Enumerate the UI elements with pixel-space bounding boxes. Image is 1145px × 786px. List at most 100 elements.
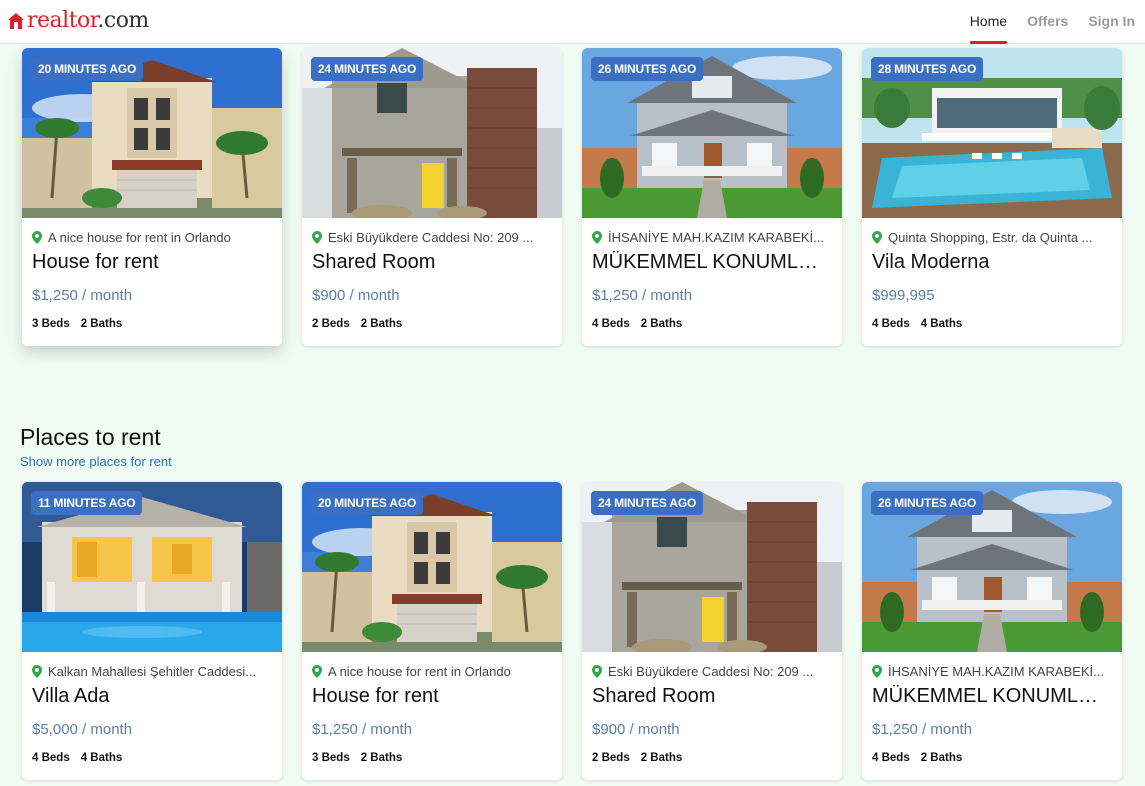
listing-photo: 11 MINUTES AGO	[22, 482, 282, 652]
location-pin-icon	[872, 231, 882, 244]
listing-photo: 24 MINUTES AGO	[302, 48, 562, 218]
address-text: İHSANİYE MAH.KAZIM KARABEKİ...	[888, 664, 1104, 679]
listing-photo: 26 MINUTES AGO	[582, 48, 842, 218]
listing-price: $1,250 / month	[872, 721, 973, 738]
listing-price: $1,250 / month	[32, 287, 133, 304]
beds-count: 2 Beds	[312, 318, 350, 330]
listing-card[interactable]: 11 MINUTES AGO Kalkan Mahallesi Şehitler…	[22, 482, 282, 780]
location-pin-icon	[872, 665, 882, 678]
listing-price: $5,000 / month	[32, 721, 133, 738]
nav-home[interactable]: Home	[960, 0, 1017, 44]
listing-photo: 26 MINUTES AGO	[862, 482, 1122, 652]
address-text: Eski Büyükdere Caddesi No: 209 ...	[328, 230, 534, 245]
listing-price: $999,995	[872, 287, 935, 304]
baths-count: 2 Baths	[920, 752, 963, 764]
address-text: A nice house for rent in Orlando	[328, 664, 511, 679]
baths-count: 2 Baths	[360, 318, 403, 330]
listing-title[interactable]: MÜKEMMEL KONUMLU ...	[872, 685, 1112, 708]
top-nav-bar: realtor.com Home Offers Sign In	[0, 0, 1145, 44]
posted-time-badge: 11 MINUTES AGO	[31, 491, 143, 515]
listing-details: 2 Beds 2 Baths	[312, 318, 552, 330]
listing-address: Eski Büyükdere Caddesi No: 209 ...	[592, 664, 832, 679]
address-text: Eski Büyükdere Caddesi No: 209 ...	[608, 664, 814, 679]
listing-price: $1,250 / month	[592, 287, 693, 304]
listing-card[interactable]: 20 MINUTES AGO A nice house for rent in …	[22, 48, 282, 346]
listing-address: A nice house for rent in Orlando	[32, 230, 272, 245]
listing-details: 3 Beds 2 Baths	[312, 752, 552, 764]
location-pin-icon	[592, 665, 602, 678]
location-pin-icon	[592, 231, 602, 244]
posted-time-badge: 28 MINUTES AGO	[871, 57, 984, 81]
offers-listing-row: 20 MINUTES AGO A nice house for rent in …	[22, 48, 1122, 346]
listing-address: İHSANİYE MAH.KAZIM KARABEKİ...	[592, 230, 832, 245]
address-text: İHSANİYE MAH.KAZIM KARABEKİ...	[608, 230, 824, 245]
posted-time-badge: 26 MINUTES AGO	[591, 57, 704, 81]
listing-card[interactable]: 24 MINUTES AGO Eski Büyükdere Caddesi No…	[582, 482, 842, 780]
beds-count: 3 Beds	[32, 318, 70, 330]
beds-count: 4 Beds	[32, 752, 70, 764]
listing-details: 2 Beds 2 Baths	[592, 752, 832, 764]
nav-sign-in[interactable]: Sign In	[1078, 0, 1145, 44]
baths-count: 2 Baths	[80, 318, 123, 330]
listing-title[interactable]: House for rent	[32, 251, 272, 274]
listing-photo: 28 MINUTES AGO	[862, 48, 1122, 218]
baths-count: 2 Baths	[640, 318, 683, 330]
posted-time-badge: 20 MINUTES AGO	[31, 57, 144, 81]
show-more-rent-link[interactable]: Show more places for rent	[20, 454, 172, 469]
location-pin-icon	[32, 665, 42, 678]
listing-price: $1,250 / month	[312, 721, 413, 738]
posted-time-badge: 24 MINUTES AGO	[591, 491, 704, 515]
listing-title[interactable]: Villa Ada	[32, 685, 272, 708]
location-pin-icon	[312, 231, 322, 244]
listing-address: Quinta Shopping, Estr. da Quinta ...	[872, 230, 1112, 245]
listing-price: $900 / month	[592, 721, 680, 738]
nav-offers[interactable]: Offers	[1017, 0, 1078, 44]
listing-card[interactable]: 28 MINUTES AGO Quinta Shopping, Estr. da…	[862, 48, 1122, 346]
section-title-places-to-rent: Places to rent	[20, 424, 161, 450]
posted-time-badge: 20 MINUTES AGO	[311, 491, 424, 515]
listing-card[interactable]: 26 MINUTES AGO İHSANİYE MAH.KAZIM KARABE…	[582, 48, 842, 346]
listing-title[interactable]: Vila Moderna	[872, 251, 1112, 274]
baths-count: 2 Baths	[360, 752, 403, 764]
baths-count: 4 Baths	[80, 752, 123, 764]
beds-count: 4 Beds	[872, 318, 910, 330]
brand-wordmark: realtor	[27, 8, 98, 33]
listing-card[interactable]: 24 MINUTES AGO Eski Büyükdere Caddesi No…	[302, 48, 562, 346]
beds-count: 4 Beds	[872, 752, 910, 764]
listing-card[interactable]: 20 MINUTES AGO A nice house for rent in …	[302, 482, 562, 780]
listing-title[interactable]: Shared Room	[312, 251, 552, 274]
baths-count: 2 Baths	[640, 752, 683, 764]
listing-address: Kalkan Mahallesi Şehitler Caddesi...	[32, 664, 272, 679]
location-pin-icon	[312, 665, 322, 678]
brand-name: realtor.com	[27, 10, 149, 32]
listing-title[interactable]: MÜKEMMEL KONUMLU ...	[592, 251, 832, 274]
posted-time-badge: 26 MINUTES AGO	[871, 491, 984, 515]
brand-suffix: .com	[97, 8, 149, 33]
listing-details: 4 Beds 2 Baths	[592, 318, 832, 330]
address-text: Kalkan Mahallesi Şehitler Caddesi...	[48, 664, 257, 679]
listing-title[interactable]: Shared Room	[592, 685, 832, 708]
baths-count: 4 Baths	[920, 318, 963, 330]
listing-address: Eski Büyükdere Caddesi No: 209 ...	[312, 230, 552, 245]
listing-details: 4 Beds 4 Baths	[32, 752, 272, 764]
listing-address: İHSANİYE MAH.KAZIM KARABEKİ...	[872, 664, 1112, 679]
listing-address: A nice house for rent in Orlando	[312, 664, 552, 679]
listing-card[interactable]: 26 MINUTES AGO İHSANİYE MAH.KAZIM KARABE…	[862, 482, 1122, 780]
listing-details: 4 Beds 2 Baths	[872, 752, 1112, 764]
beds-count: 4 Beds	[592, 318, 630, 330]
realtor-logo[interactable]: realtor.com	[8, 10, 149, 32]
listing-photo: 20 MINUTES AGO	[22, 48, 282, 218]
listing-details: 3 Beds 2 Baths	[32, 318, 272, 330]
main-navigation: Home Offers Sign In	[960, 0, 1145, 44]
address-text: A nice house for rent in Orlando	[48, 230, 231, 245]
location-pin-icon	[32, 231, 42, 244]
beds-count: 3 Beds	[312, 752, 350, 764]
listing-details: 4 Beds 4 Baths	[872, 318, 1112, 330]
listing-price: $900 / month	[312, 287, 400, 304]
listing-photo: 20 MINUTES AGO	[302, 482, 562, 652]
beds-count: 2 Beds	[592, 752, 630, 764]
house-logo-icon	[8, 13, 24, 29]
listing-title[interactable]: House for rent	[312, 685, 552, 708]
posted-time-badge: 24 MINUTES AGO	[311, 57, 424, 81]
listing-photo: 24 MINUTES AGO	[582, 482, 842, 652]
